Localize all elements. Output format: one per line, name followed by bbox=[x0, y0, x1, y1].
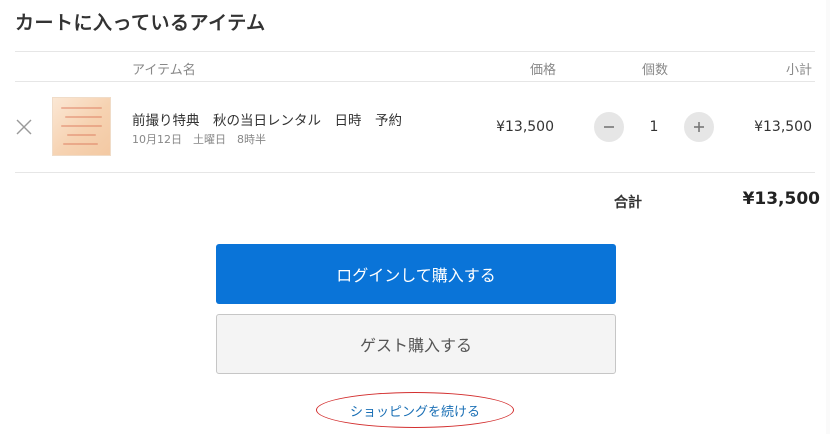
column-header-quantity: 個数 bbox=[641, 63, 668, 78]
login-purchase-button[interactable]: ログインして購入する bbox=[216, 244, 616, 304]
column-header-item-name: アイテム名 bbox=[132, 63, 196, 78]
divider bbox=[15, 81, 815, 82]
total-value: ¥13,500 bbox=[742, 189, 820, 209]
divider bbox=[15, 51, 815, 52]
continue-shopping-label: ショッピングを続ける bbox=[349, 404, 480, 420]
continue-shopping-link[interactable]: ショッピングを続ける bbox=[316, 392, 514, 428]
page-title: カートに入っているアイテム bbox=[15, 12, 266, 34]
item-thumbnail[interactable] bbox=[52, 97, 111, 156]
guest-purchase-button[interactable]: ゲスト購入する bbox=[216, 314, 616, 374]
plus-icon[interactable] bbox=[684, 112, 714, 142]
item-name[interactable]: 前撮り特典 秋の当日レンタル 日時 予約 bbox=[132, 109, 402, 129]
total-label: 合計 bbox=[614, 195, 642, 211]
cart-page: カートに入っているアイテム アイテム名 価格 個数 小計 前撮り特典 秋の当日レ… bbox=[0, 0, 830, 434]
column-header-price: 価格 bbox=[529, 63, 556, 78]
item-price: ¥13,500 bbox=[496, 119, 554, 135]
item-subtotal: ¥13,500 bbox=[754, 119, 812, 135]
scrollbar[interactable] bbox=[826, 0, 830, 434]
close-icon[interactable] bbox=[15, 118, 33, 136]
column-header-subtotal: 小計 bbox=[785, 63, 812, 78]
item-details: 10月12日 土曜日 8時半 bbox=[132, 133, 266, 146]
minus-icon[interactable] bbox=[594, 112, 624, 142]
divider bbox=[15, 172, 815, 173]
quantity-value[interactable]: 1 bbox=[640, 119, 668, 135]
